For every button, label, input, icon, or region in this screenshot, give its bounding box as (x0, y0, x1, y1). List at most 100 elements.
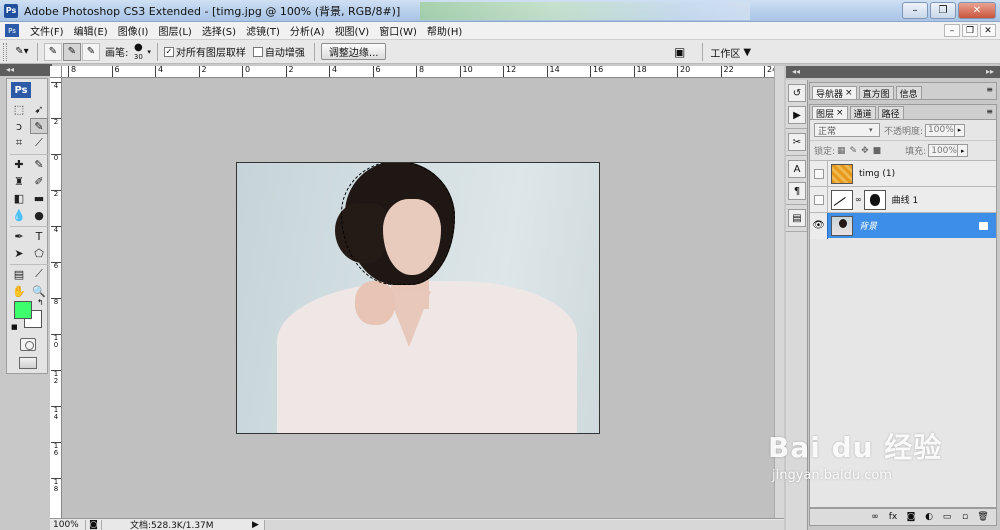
blend-mode-select[interactable]: 正常 ▾ (814, 123, 880, 137)
layer-mask-thumbnail[interactable] (863, 189, 886, 210)
panel-menu-icon[interactable]: ≡ (986, 85, 993, 94)
document-image[interactable] (236, 162, 600, 434)
lasso-tool-icon[interactable]: ↄ (10, 118, 28, 134)
opacity-input[interactable]: 100% (925, 123, 956, 137)
tab-paths[interactable]: 路径 (877, 106, 904, 120)
new-selection-icon[interactable]: ✎ (44, 42, 62, 61)
tab-navigator[interactable]: 导航器 × (812, 86, 857, 100)
layer-row[interactable]: timg (1) (810, 160, 996, 187)
slice-tool-icon[interactable]: ⟋ (30, 135, 48, 151)
horizontal-scrollbar[interactable] (264, 519, 784, 530)
selection-marquee[interactable] (341, 163, 455, 285)
lock-position-icon[interactable]: ✥ (861, 146, 869, 156)
pen-tool-icon[interactable]: ✒ (10, 228, 28, 244)
menu-select[interactable]: 选择(S) (197, 23, 241, 38)
move-tool-icon[interactable]: ➹ (30, 101, 48, 117)
menu-edit[interactable]: 编辑(E) (69, 23, 113, 38)
tab-channels[interactable]: 通道 (849, 106, 876, 120)
crop-tool-icon[interactable]: ⌗ (10, 135, 28, 151)
fill-slider-arrow-icon[interactable]: ▸ (958, 144, 969, 157)
menu-file[interactable]: 文件(F) (25, 23, 69, 38)
doc-minimize-button[interactable]: – (944, 24, 960, 37)
type-tool-icon[interactable]: T (30, 228, 48, 244)
subtract-from-selection-icon[interactable]: ✎ (82, 42, 100, 61)
clone-stamp-tool-icon[interactable]: ♜ (10, 173, 28, 189)
eraser-tool-icon[interactable]: ◧ (10, 190, 28, 206)
add-to-selection-icon[interactable]: ✎ (63, 42, 81, 61)
healing-brush-tool-icon[interactable]: ✚ (10, 156, 28, 172)
new-group-icon[interactable]: ▭ (940, 512, 954, 522)
status-menu-arrow-icon[interactable]: ▶ (252, 520, 264, 530)
hand-tool-icon[interactable]: ✋ (10, 283, 28, 299)
delete-layer-icon[interactable]: 🗑 (976, 512, 990, 522)
doc-restore-button[interactable]: ❐ (962, 24, 978, 37)
brush-picker[interactable]: ● 30 (131, 42, 145, 61)
blur-tool-icon[interactable]: 💧 (10, 207, 28, 223)
tab-histogram[interactable]: 直方图 (858, 86, 894, 100)
layers-panel-menu-icon[interactable]: ≡ (986, 107, 993, 116)
menu-help[interactable]: 帮助(H) (422, 23, 467, 38)
actions-panel-icon[interactable]: ▶ (788, 106, 806, 124)
new-layer-icon[interactable]: ▫ (958, 512, 972, 522)
eyedropper-tool-icon[interactable]: ⟋ (30, 266, 48, 282)
ps-menu-icon[interactable]: Ps (5, 24, 19, 37)
zoom-level[interactable]: 100% (50, 519, 86, 530)
dodge-tool-icon[interactable]: ● (30, 207, 48, 223)
close-tab-icon[interactable]: × (845, 88, 853, 98)
lock-pixels-icon[interactable]: ✎ (850, 146, 858, 156)
visibility-toggle[interactable] (810, 160, 828, 187)
tab-layers[interactable]: 图层 × (812, 106, 848, 120)
brush-tool-icon[interactable]: ✎ (30, 156, 48, 172)
opacity-slider-arrow-icon[interactable]: ▸ (955, 123, 966, 137)
menu-view[interactable]: 视图(V) (330, 23, 375, 38)
workspace-menu[interactable]: 工作区 (710, 45, 740, 60)
layer-comps-panel-icon[interactable]: ▤ (788, 209, 806, 227)
bridge-icon[interactable]: ▣ (674, 45, 685, 59)
restore-button[interactable]: ❐ (930, 2, 956, 19)
visibility-toggle[interactable]: 👁 (810, 212, 828, 239)
menu-analysis[interactable]: 分析(A) (285, 23, 330, 38)
path-selection-tool-icon[interactable]: ➤ (10, 245, 28, 261)
add-mask-icon[interactable]: ◙ (904, 512, 918, 522)
zoom-tool-icon[interactable]: 🔍 (30, 283, 48, 299)
history-brush-tool-icon[interactable]: ✐ (30, 173, 48, 189)
tools-panel-header[interactable]: ◂◂ (0, 64, 52, 76)
quick-mask-icon[interactable] (20, 338, 36, 351)
tab-info[interactable]: 信息 (895, 86, 922, 100)
lock-all-icon[interactable]: ■ (873, 146, 882, 156)
workspace-dropdown-icon[interactable]: ▼ (743, 47, 751, 58)
foreground-color-swatch[interactable] (14, 301, 32, 319)
close-button[interactable]: ✕ (958, 2, 996, 19)
default-colors-icon[interactable]: ■ (11, 323, 18, 331)
marquee-tool-icon[interactable]: ⬚ (10, 101, 28, 117)
quick-selection-tool-preset-icon[interactable]: ✎▾ (13, 43, 31, 61)
lock-transparency-icon[interactable]: ▦ (837, 146, 846, 156)
minimize-button[interactable]: – (902, 2, 928, 19)
menu-filter[interactable]: 滤镜(T) (241, 23, 285, 38)
refine-edge-button[interactable]: 调整边缘... (320, 43, 387, 60)
doc-close-button[interactable]: ✕ (980, 24, 996, 37)
layer-row-selected[interactable]: 👁 背景 (810, 212, 996, 239)
shape-tool-icon[interactable]: ⬠ (30, 245, 48, 261)
status-info-icon[interactable]: ◙ (86, 519, 102, 530)
character-panel-icon[interactable]: A (788, 160, 806, 178)
menu-window[interactable]: 窗口(W) (374, 23, 422, 38)
tool-presets-panel-icon[interactable]: ✂ (788, 133, 806, 151)
notes-tool-icon[interactable]: ▤ (10, 266, 28, 282)
fill-input[interactable]: 100% (928, 144, 959, 157)
visibility-toggle[interactable] (810, 186, 828, 213)
swap-colors-icon[interactable]: ↰ (37, 298, 44, 307)
layer-style-icon[interactable]: fx (886, 512, 900, 522)
menu-image[interactable]: 图像(I) (113, 23, 154, 38)
right-dock-header[interactable]: ◂◂ ▸▸ (786, 66, 1000, 78)
brush-dropdown-icon[interactable]: ▾ (147, 48, 151, 56)
sample-all-layers-checkbox[interactable]: ✓ (163, 46, 174, 57)
link-layers-icon[interactable]: ∞ (868, 512, 882, 522)
menu-layer[interactable]: 图层(L) (153, 23, 196, 38)
paragraph-panel-icon[interactable]: ¶ (788, 182, 806, 200)
options-grip[interactable] (3, 42, 7, 61)
layer-row[interactable]: ∞ 曲线 1 (810, 186, 996, 213)
auto-enhance-checkbox[interactable] (252, 46, 263, 57)
gradient-tool-icon[interactable]: ▬ (30, 190, 48, 206)
screen-mode-icon[interactable] (19, 357, 37, 369)
